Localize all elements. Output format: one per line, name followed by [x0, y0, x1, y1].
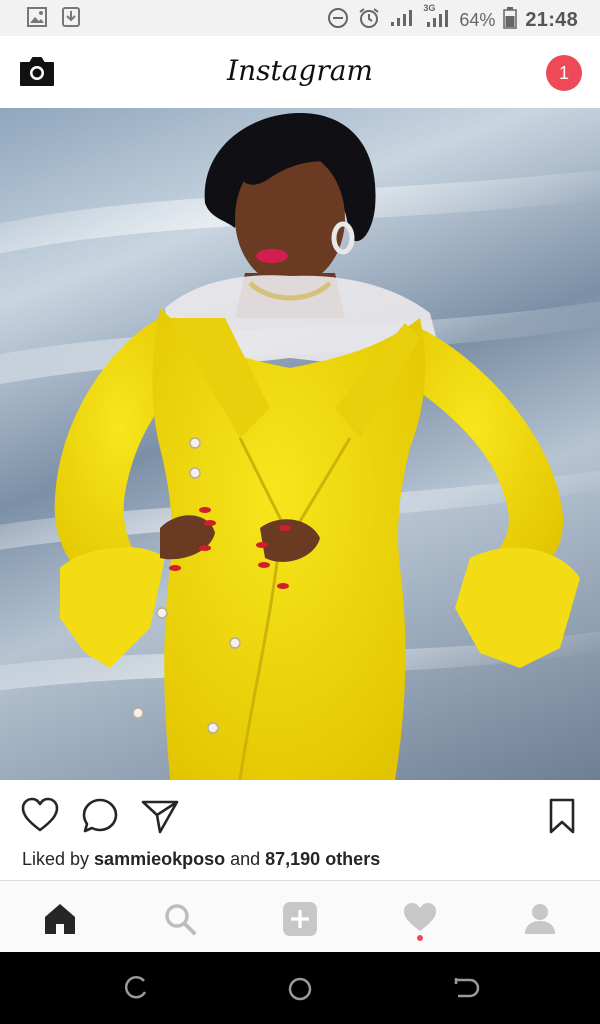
likes-and: and [225, 849, 266, 869]
back-icon[interactable] [450, 974, 480, 1004]
recent-apps-icon[interactable] [120, 974, 150, 1004]
post-actions [0, 780, 600, 850]
battery-percentage: 64% [459, 10, 496, 30]
home-icon[interactable] [40, 899, 80, 939]
dnd-icon [327, 7, 349, 34]
comment-icon[interactable] [80, 796, 120, 836]
search-icon[interactable] [160, 899, 200, 939]
gallery-notification-icon [26, 6, 48, 33]
likes-prefix: Liked by [22, 849, 95, 869]
bottom-navigation [0, 880, 600, 953]
signal-icon [389, 8, 415, 33]
download-notification-icon [60, 6, 82, 33]
likes-summary[interactable]: Liked by sammieokposo and 87,190 others [22, 849, 380, 870]
signal-3g-icon: 3G [423, 3, 451, 34]
system-navigation-bar [0, 952, 600, 1024]
app-header: Instagram 1 [0, 36, 600, 109]
likes-count[interactable]: 87,190 others [265, 849, 380, 869]
share-icon[interactable] [140, 796, 180, 836]
clock: 21:48 [525, 9, 578, 31]
home-circle-icon[interactable] [285, 974, 315, 1004]
bookmark-icon[interactable] [542, 796, 582, 836]
alarm-icon [357, 6, 381, 35]
post-image[interactable] [0, 108, 600, 780]
network-type-label: 3G [423, 3, 436, 13]
activity-heart-icon[interactable] [400, 899, 440, 941]
add-post-icon[interactable] [280, 899, 320, 939]
notification-badge[interactable]: 1 [546, 55, 582, 91]
liked-by-username[interactable]: sammieokposo [94, 849, 225, 869]
app-logo: Instagram [227, 54, 373, 87]
heart-icon[interactable] [20, 796, 60, 836]
profile-icon[interactable] [520, 899, 560, 939]
battery-icon [503, 7, 518, 34]
status-bar: 3G 64% 21:48 [0, 0, 600, 36]
activity-dot [417, 935, 423, 941]
